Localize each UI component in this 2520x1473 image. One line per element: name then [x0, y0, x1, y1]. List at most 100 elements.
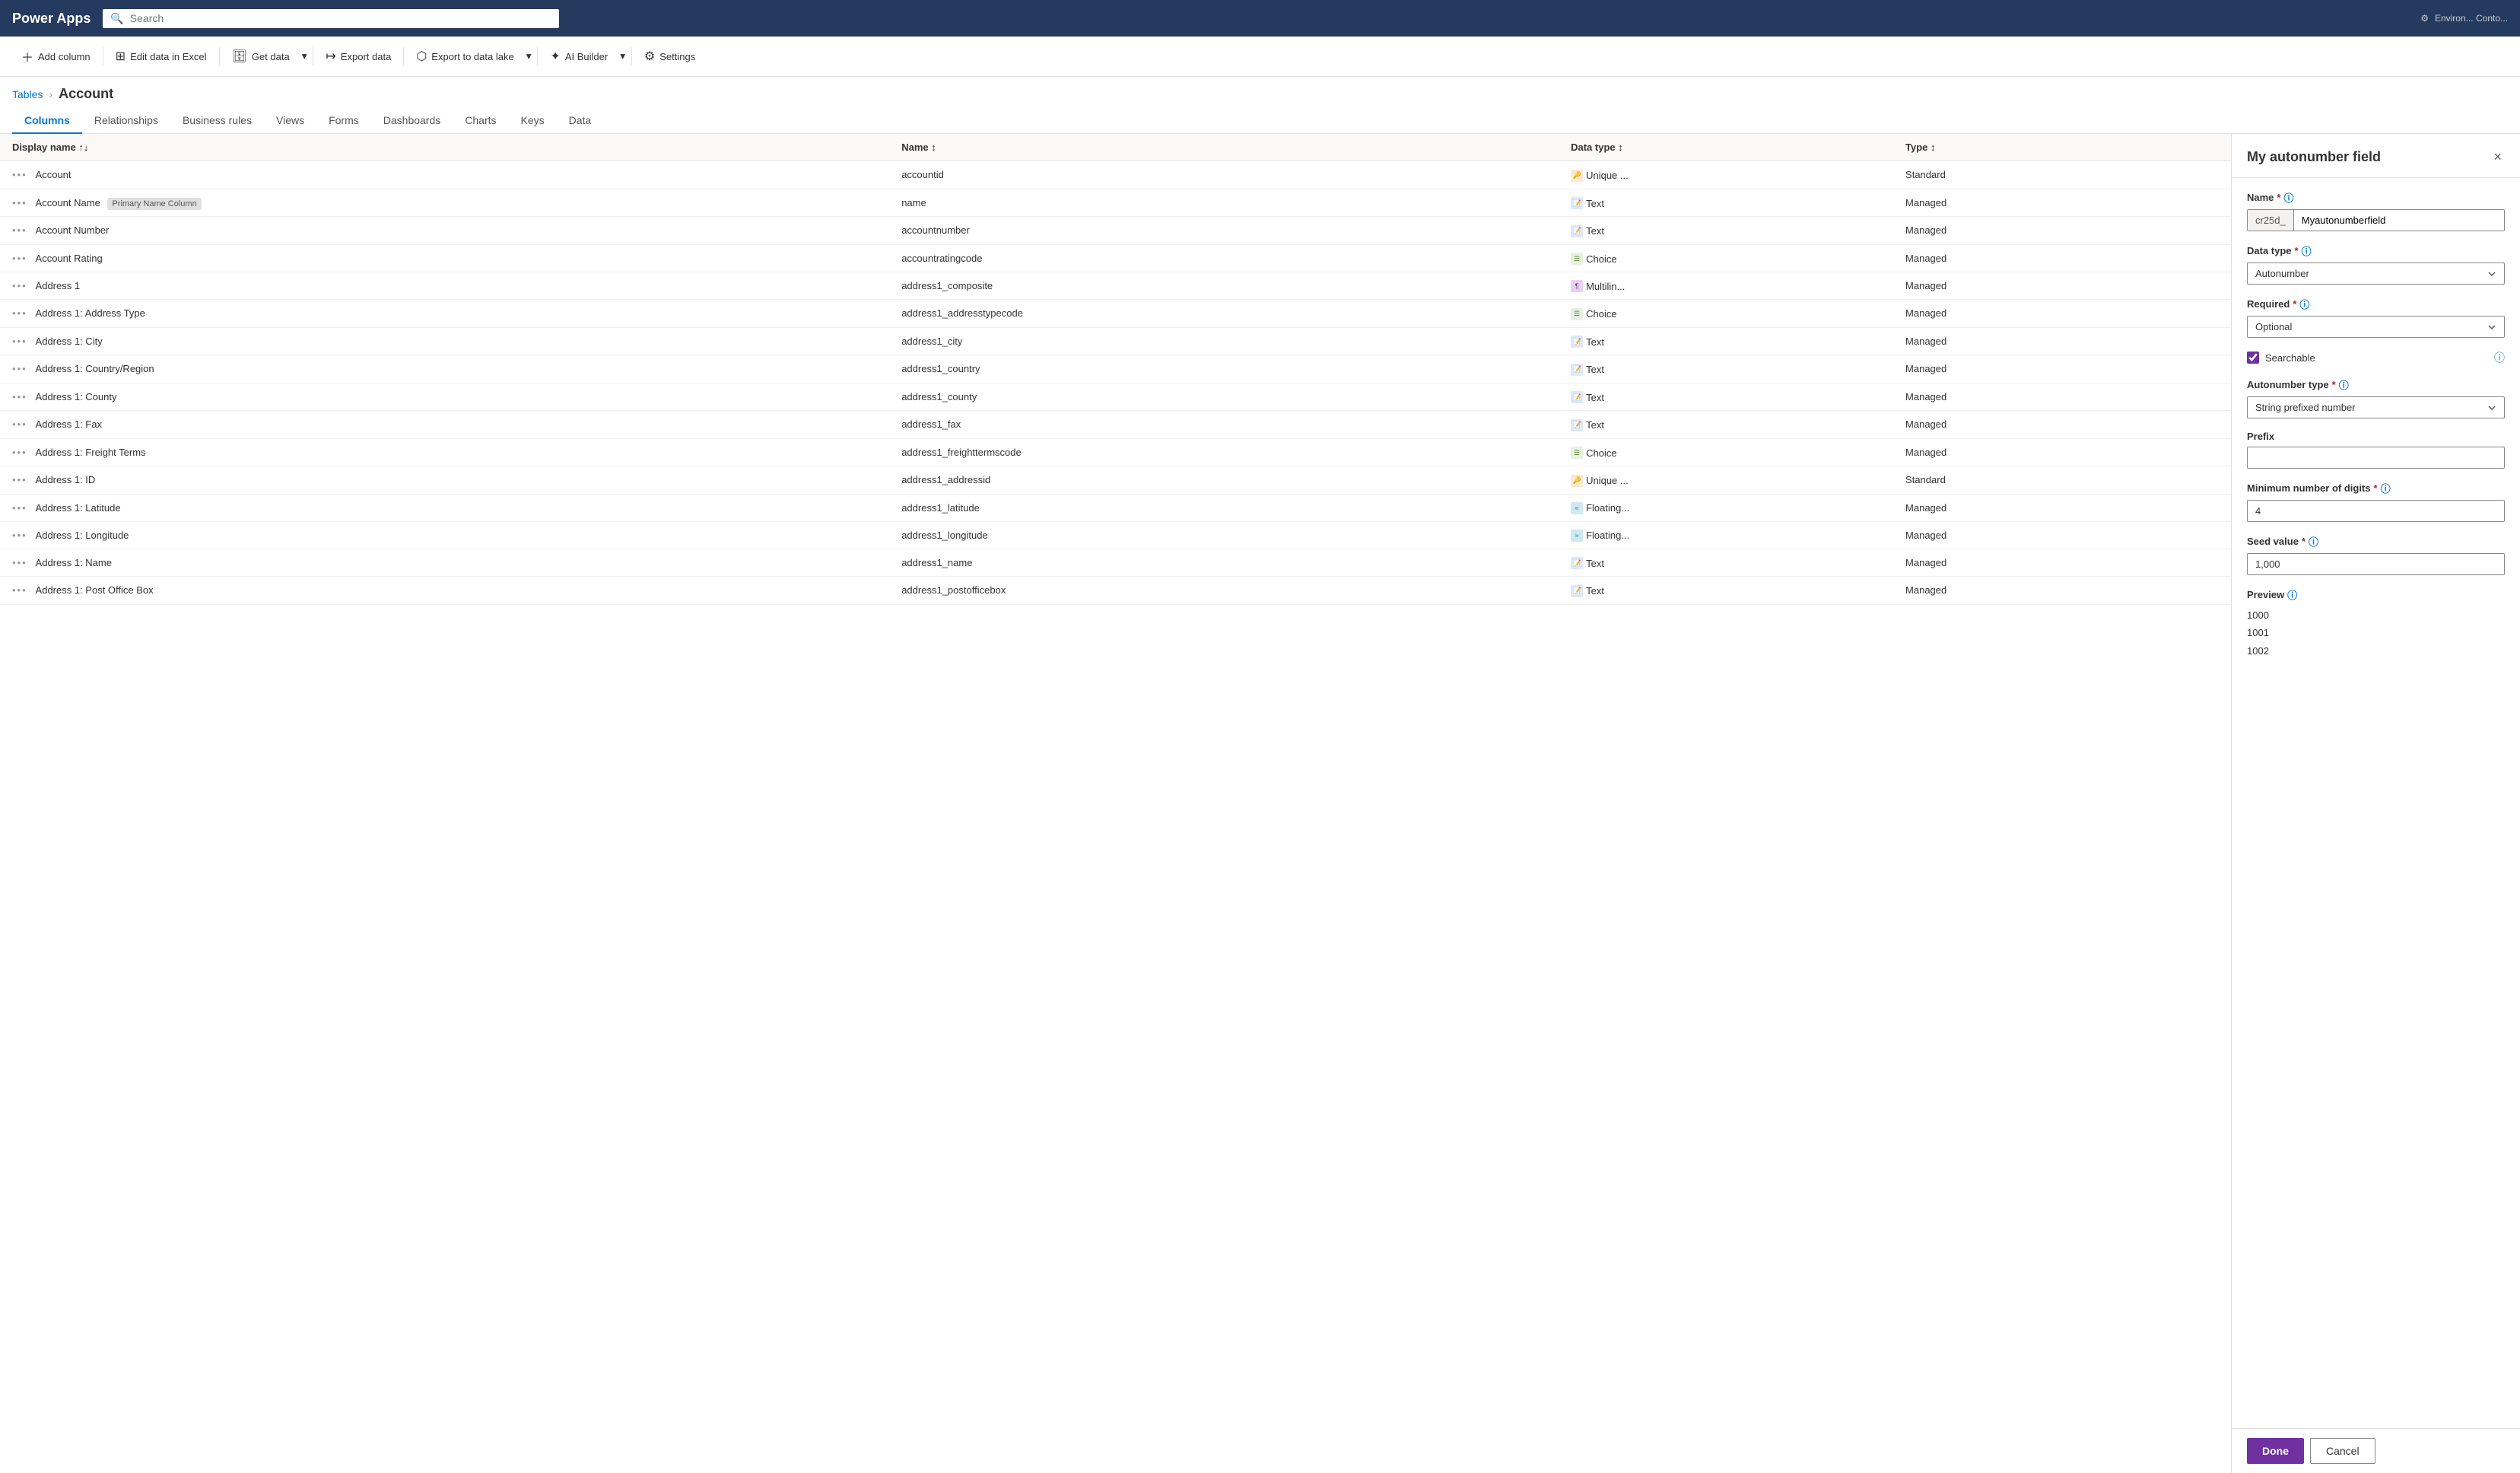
tab-charts[interactable]: Charts — [453, 108, 508, 134]
table-row: ••• Address 1: Latitude address1_latitud… — [0, 494, 2231, 521]
cell-display-name: ••• Address 1: Latitude — [0, 494, 892, 521]
dots-menu[interactable]: ••• — [12, 363, 27, 374]
cell-display-name: ••• Address 1: Post Office Box — [0, 577, 892, 605]
cell-display-name: ••• Address 1: Fax — [0, 411, 892, 439]
dots-menu[interactable]: ••• — [12, 530, 27, 541]
dots-menu[interactable]: ••• — [12, 474, 27, 485]
autonumber-type-label: Autonumber type * ⓘ — [2247, 377, 2505, 392]
get-data-chevron[interactable]: ▾ — [299, 46, 310, 67]
dots-menu[interactable]: ••• — [12, 307, 27, 319]
dots-menu[interactable]: ••• — [12, 418, 27, 430]
searchable-info-icon[interactable]: ⓘ — [2494, 350, 2505, 365]
col-header-display-name[interactable]: Display name ↑↓ — [0, 134, 892, 161]
data-type-field-group: Data type * ⓘ Autonumber — [2247, 243, 2505, 285]
tables-link[interactable]: Tables — [12, 88, 43, 100]
ai-builder-button[interactable]: ✦ AI Builder — [541, 44, 617, 68]
dots-menu[interactable]: ••• — [12, 584, 27, 596]
cell-type: Managed — [1896, 355, 2231, 383]
cancel-button[interactable]: Cancel — [2310, 1438, 2375, 1464]
dtype-label: Text — [1586, 225, 1604, 237]
right-panel: My autonumber field × Name * ⓘ cr25d_ Da — [2231, 134, 2520, 1473]
min-digits-info-icon[interactable]: ⓘ — [2381, 481, 2391, 495]
tab-views[interactable]: Views — [264, 108, 316, 134]
searchable-label[interactable]: Searchable — [2265, 352, 2315, 364]
autonumber-type-required: * — [2332, 379, 2336, 390]
dtype-label: Text — [1586, 419, 1604, 431]
actionbar: ＋ Add column ⊞ Edit data in Excel 🗄 Get … — [0, 37, 2520, 77]
dots-menu[interactable]: ••• — [12, 447, 27, 458]
searchable-checkbox[interactable] — [2247, 352, 2259, 364]
table-row: ••• Address 1 address1_composite ¶ Multi… — [0, 272, 2231, 300]
export-data-button[interactable]: ↦ Export data — [316, 44, 400, 68]
tab-dashboards[interactable]: Dashboards — [371, 108, 453, 134]
cell-name: accountid — [892, 161, 1562, 189]
panel-body: Name * ⓘ cr25d_ Data type * ⓘ Autonumber — [2232, 178, 2520, 1428]
settings-button[interactable]: ⚙ Settings — [635, 44, 704, 68]
export-datalake-chevron[interactable]: ▾ — [523, 46, 535, 67]
dots-menu[interactable]: ••• — [12, 391, 27, 402]
dots-menu[interactable]: ••• — [12, 169, 27, 180]
prefix-field-group: Prefix — [2247, 431, 2505, 469]
tab-columns[interactable]: Columns — [12, 108, 82, 134]
cell-display-name: ••• Address 1: Country/Region — [0, 355, 892, 383]
dtype-icon: ☰ — [1571, 308, 1583, 320]
panel-close-button[interactable]: × — [2490, 146, 2505, 168]
cell-name: address1_country — [892, 355, 1562, 383]
cell-name: address1_city — [892, 327, 1562, 355]
name-prefix: cr25d_ — [2248, 210, 2294, 231]
export-icon: ↦ — [326, 49, 335, 64]
tab-relationships[interactable]: Relationships — [82, 108, 170, 134]
search-input[interactable] — [130, 12, 552, 24]
breadcrumb-separator: › — [49, 88, 52, 100]
dots-menu[interactable]: ••• — [12, 197, 27, 208]
col-header-type[interactable]: Type ↕ — [1896, 134, 2231, 161]
data-type-info-icon[interactable]: ⓘ — [2302, 243, 2312, 258]
dots-menu[interactable]: ••• — [12, 280, 27, 291]
tab-keys[interactable]: Keys — [509, 108, 557, 134]
cell-display-name: ••• Address 1: City — [0, 327, 892, 355]
ai-builder-chevron[interactable]: ▾ — [617, 46, 628, 67]
done-button[interactable]: Done — [2247, 1438, 2304, 1464]
prefix-input[interactable] — [2247, 447, 2505, 469]
dots-menu[interactable]: ••• — [12, 224, 27, 236]
col-header-data-type[interactable]: Data type ↕ — [1562, 134, 1896, 161]
autonumber-type-info-icon[interactable]: ⓘ — [2339, 377, 2349, 392]
required-select[interactable]: Optional Required — [2247, 316, 2505, 338]
col-header-name[interactable]: Name ↕ — [892, 134, 1562, 161]
preview-field-group: Preview ⓘ 100010011002 — [2247, 587, 2505, 660]
export-datalake-button[interactable]: ⬡ Export to data lake — [407, 44, 523, 68]
tab-business-rules[interactable]: Business rules — [170, 108, 264, 134]
table-row: ••• Address 1: County address1_county 📝 … — [0, 383, 2231, 411]
cell-name: address1_longitude — [892, 521, 1562, 549]
dtype-label: Unique ... — [1586, 170, 1629, 181]
required-info-icon[interactable]: ⓘ — [2299, 297, 2309, 311]
dots-menu[interactable]: ••• — [12, 336, 27, 347]
tab-data[interactable]: Data — [557, 108, 604, 134]
data-type-select[interactable]: Autonumber — [2247, 262, 2505, 285]
name-info-icon[interactable]: ⓘ — [2283, 190, 2293, 205]
cell-dtype: 📝 Text — [1562, 355, 1896, 383]
edit-excel-button[interactable]: ⊞ Edit data in Excel — [106, 44, 216, 68]
get-data-button[interactable]: 🗄 Get data — [223, 44, 299, 68]
settings-icon: ⚙ — [644, 49, 655, 64]
add-column-button[interactable]: ＋ Add column — [12, 43, 100, 70]
name-input[interactable] — [2294, 210, 2504, 231]
cell-name: address1_latitude — [892, 494, 1562, 521]
preview-info-icon[interactable]: ⓘ — [2287, 587, 2297, 602]
autonumber-type-select[interactable]: String prefixed number Linear autoincrem… — [2247, 396, 2505, 418]
min-digits-label: Minimum number of digits * ⓘ — [2247, 481, 2505, 495]
cell-dtype: ☰ Choice — [1562, 438, 1896, 466]
page-title: Account — [59, 86, 113, 102]
seed-input[interactable] — [2247, 553, 2505, 575]
seed-info-icon[interactable]: ⓘ — [2309, 534, 2318, 549]
dots-menu[interactable]: ••• — [12, 253, 27, 264]
dots-menu[interactable]: ••• — [12, 557, 27, 568]
tab-forms[interactable]: Forms — [316, 108, 371, 134]
min-digits-input[interactable] — [2247, 500, 2505, 522]
env-icon: ⚙ — [2420, 13, 2429, 24]
required-field-group: Required * ⓘ Optional Required — [2247, 297, 2505, 338]
cell-display-name: ••• Address 1: County — [0, 383, 892, 411]
search-box[interactable]: 🔍 — [103, 9, 559, 28]
cell-dtype: ≈ Floating... — [1562, 494, 1896, 521]
dots-menu[interactable]: ••• — [12, 502, 27, 514]
